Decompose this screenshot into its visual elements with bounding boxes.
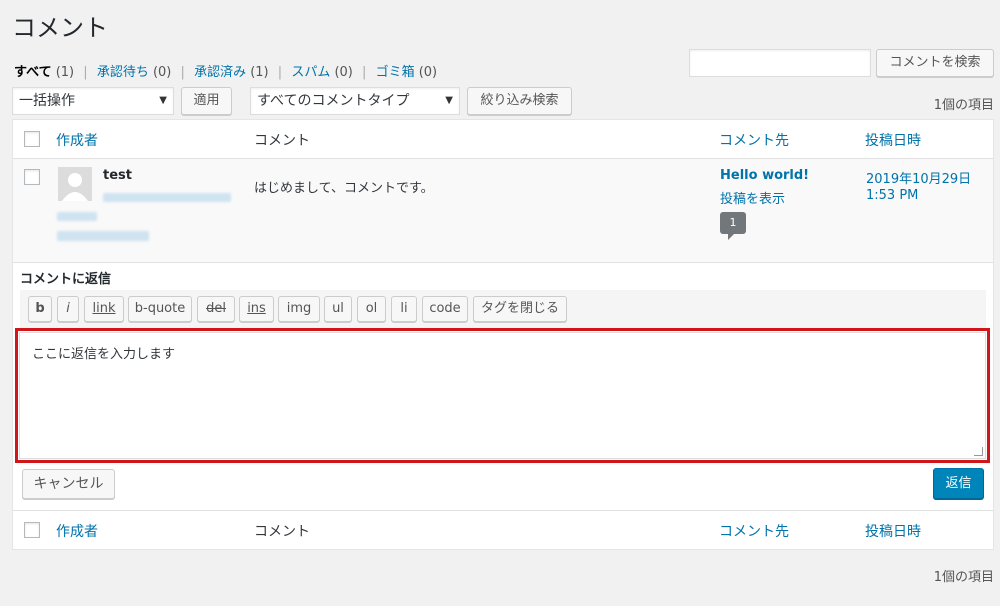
quicktag-ins-button[interactable]: ins bbox=[239, 296, 274, 322]
quicktag-bquote-button[interactable]: b-quote bbox=[128, 296, 192, 322]
resize-handle-icon[interactable] bbox=[974, 447, 983, 456]
view-post-link[interactable]: 投稿を表示 bbox=[720, 188, 785, 207]
reply-textarea[interactable]: ここに返信を入力します bbox=[19, 332, 986, 459]
dropdown-arrow-icon: ▼ bbox=[445, 95, 453, 106]
quicktag-code-button[interactable]: code bbox=[422, 296, 468, 322]
comment-time[interactable]: 1:53 PM bbox=[866, 188, 918, 203]
comment-count-bubble[interactable]: 1 bbox=[720, 212, 746, 240]
column-author-footer[interactable]: 作成者 bbox=[56, 521, 98, 541]
comment-type-select[interactable]: すべてのコメントタイプ ▼ bbox=[250, 87, 460, 115]
row-checkbox[interactable] bbox=[24, 169, 40, 185]
comment-count: 1 bbox=[729, 216, 737, 229]
quicktag-bold-button[interactable]: b bbox=[28, 296, 52, 322]
comment-date[interactable]: 2019年10月29日 bbox=[866, 168, 971, 187]
comment-search-input[interactable] bbox=[689, 49, 871, 77]
reply-highlight-box: ここに返信を入力します bbox=[15, 328, 990, 463]
row-divider bbox=[13, 262, 993, 263]
comment-author-name: test bbox=[103, 168, 132, 183]
filter-all[interactable]: すべて bbox=[14, 65, 52, 80]
response-post-link[interactable]: Hello world! bbox=[720, 168, 809, 183]
quicktag-ul-button[interactable]: ul bbox=[324, 296, 352, 322]
avatar bbox=[58, 167, 92, 201]
search-comments-button[interactable]: コメントを検索 bbox=[876, 49, 994, 77]
separator: | bbox=[362, 65, 367, 80]
footer-divider bbox=[13, 510, 993, 511]
filter-button[interactable]: 絞り込み検索 bbox=[467, 87, 572, 115]
filter-approved-count: (1) bbox=[250, 65, 269, 80]
column-author[interactable]: 作成者 bbox=[56, 130, 98, 150]
reply-heading: コメントに返信 bbox=[20, 272, 112, 287]
separator: | bbox=[277, 65, 283, 80]
column-date[interactable]: 投稿日時 bbox=[865, 130, 921, 150]
filter-pending[interactable]: 承認待ち bbox=[97, 65, 149, 80]
item-count-bottom: 1個の項目 bbox=[933, 570, 994, 585]
filter-trash-count: (0) bbox=[418, 65, 438, 80]
item-count-top: 1個の項目 bbox=[933, 98, 994, 113]
author-ip-redacted bbox=[57, 231, 149, 241]
column-date-footer[interactable]: 投稿日時 bbox=[865, 521, 921, 541]
column-response-footer[interactable]: コメント先 bbox=[719, 521, 789, 541]
separator: | bbox=[180, 65, 185, 80]
quicktag-ol-button[interactable]: ol bbox=[357, 296, 386, 322]
comment-type-selected: すべてのコメントタイプ bbox=[257, 93, 410, 109]
select-all-checkbox-footer[interactable] bbox=[24, 522, 40, 538]
filter-pending-count: (0) bbox=[152, 65, 172, 80]
bulk-action-select[interactable]: 一括操作 ▼ bbox=[12, 87, 174, 115]
table-row bbox=[13, 159, 993, 262]
column-comment: コメント bbox=[254, 133, 310, 149]
reply-submit-button[interactable]: 返信 bbox=[933, 468, 984, 499]
filter-all-count: (1) bbox=[55, 65, 75, 80]
comment-text: はじめまして、コメントです。 bbox=[254, 181, 434, 196]
filter-spam[interactable]: スパム bbox=[291, 65, 330, 80]
quicktag-italic-button[interactable]: i bbox=[57, 296, 79, 322]
filter-approved[interactable]: 承認済み bbox=[194, 65, 246, 80]
column-response[interactable]: コメント先 bbox=[719, 130, 789, 150]
quicktag-link-button[interactable]: link bbox=[84, 296, 124, 322]
dropdown-arrow-icon: ▼ bbox=[159, 95, 167, 106]
status-filter-links: すべて (1) | 承認待ち (0) | 承認済み (1) | スパム (0) … bbox=[14, 61, 437, 80]
page-title: コメント bbox=[12, 14, 108, 42]
column-comment-footer: コメント bbox=[254, 524, 310, 540]
quicktag-li-button[interactable]: li bbox=[391, 296, 417, 322]
filter-trash[interactable]: ゴミ箱 bbox=[376, 65, 415, 80]
filter-spam-count: (0) bbox=[334, 65, 353, 80]
author-email-redacted bbox=[103, 193, 231, 202]
select-all-checkbox[interactable] bbox=[24, 131, 40, 147]
author-url-redacted bbox=[57, 212, 97, 221]
cancel-button[interactable]: キャンセル bbox=[22, 469, 115, 499]
default-avatar-icon bbox=[58, 167, 92, 201]
quicktag-img-button[interactable]: img bbox=[278, 296, 320, 322]
bulk-action-selected: 一括操作 bbox=[19, 93, 75, 109]
separator: | bbox=[83, 65, 88, 80]
quicktag-del-button[interactable]: del bbox=[197, 296, 235, 322]
quicktag-close-tags-button[interactable]: タグを閉じる bbox=[473, 296, 567, 322]
apply-button[interactable]: 適用 bbox=[181, 87, 232, 115]
